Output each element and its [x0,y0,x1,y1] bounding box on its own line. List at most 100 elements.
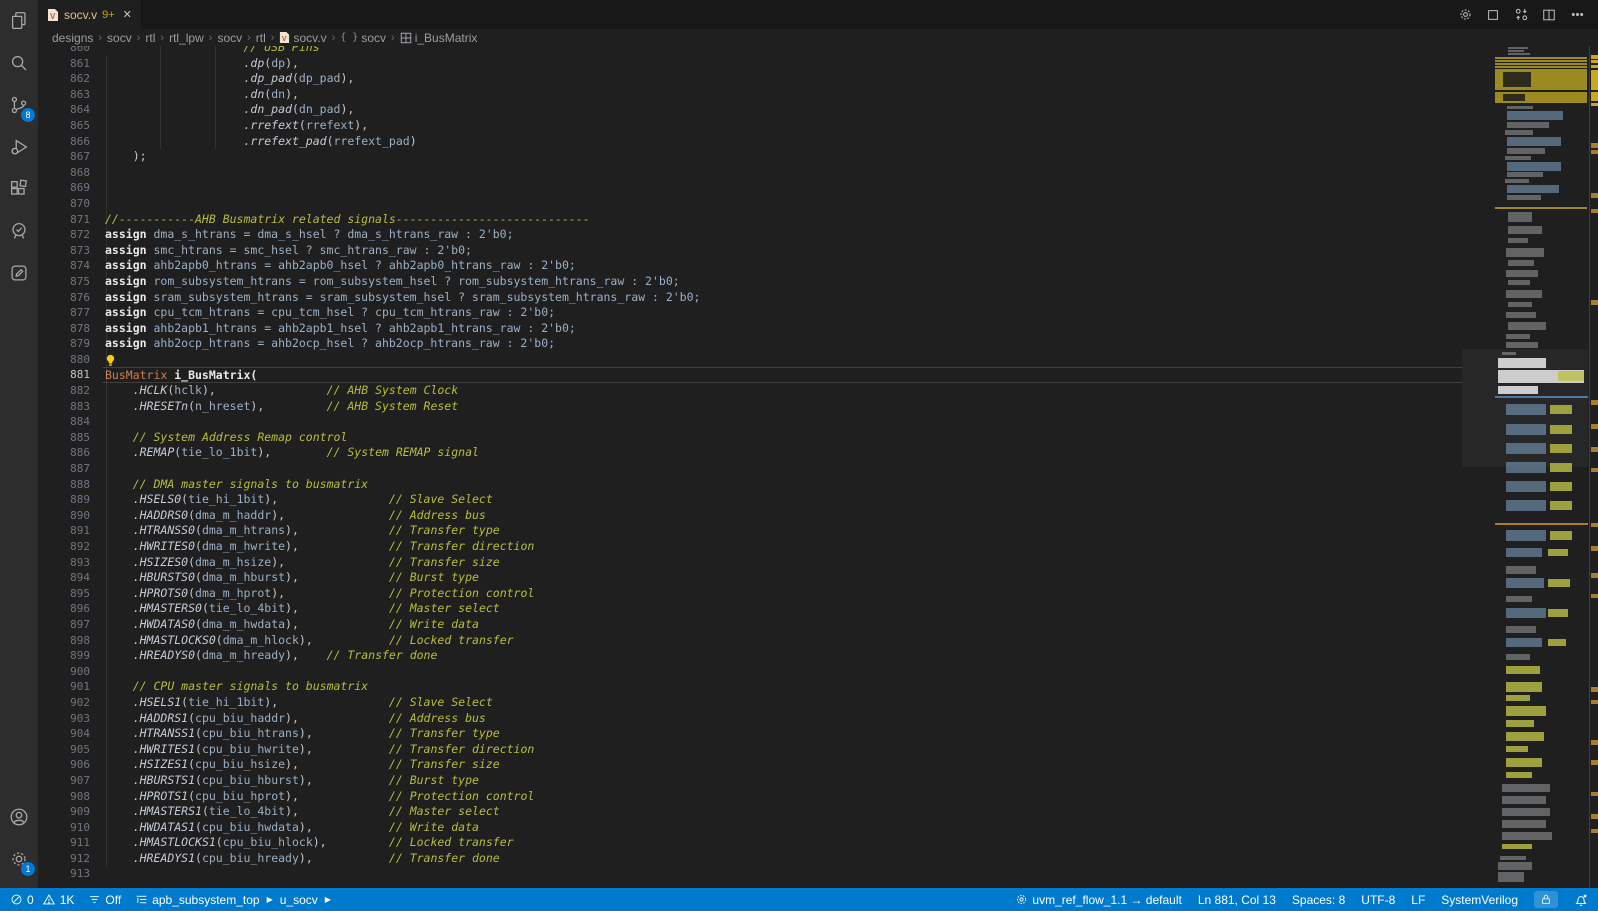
line-number[interactable]: 862 [38,71,102,87]
code-line[interactable]: .dp(dp), [102,56,1462,72]
compare-changes-icon[interactable] [1512,6,1530,24]
overview-ruler[interactable] [1589,46,1598,888]
code-line[interactable]: .HBURSTS1(cpu_biu_hburst), // Burst type [102,773,1462,789]
encoding[interactable]: UTF-8 [1361,893,1395,907]
indentation[interactable]: Spaces: 8 [1292,893,1345,907]
line-number[interactable]: 884 [38,414,102,430]
breadcrumb-item[interactable]: socv [217,31,242,45]
line-number[interactable]: 901 [38,679,102,695]
breadcrumb-item[interactable]: { }socv [340,31,386,45]
code-line[interactable]: .HWDATAS0(dma_m_hwdata), // Write data [102,617,1462,633]
code-line[interactable]: BusMatrix i_BusMatrix( [102,367,1462,383]
notebook-pencil-icon[interactable] [0,252,38,294]
line-number[interactable]: 873 [38,243,102,259]
line-number[interactable]: 870 [38,196,102,212]
code-line[interactable]: .HCLK(hclk), // AHB System Clock [102,383,1462,399]
code-line[interactable]: .HWDATAS1(cpu_biu_hwdata), // Write data [102,820,1462,836]
code-line[interactable]: assign ahb2apb1_htrans = ahb2apb1_hsel ?… [102,321,1462,337]
line-number[interactable]: 883 [38,399,102,415]
line-number[interactable]: 908 [38,789,102,805]
code-line[interactable]: .HBURSTS0(dma_m_hburst), // Burst type [102,570,1462,586]
line-number[interactable]: 871 [38,212,102,228]
square-icon[interactable] [1484,6,1502,24]
line-number[interactable]: 910 [38,820,102,836]
line-number[interactable]: 888 [38,477,102,493]
line-number[interactable]: 907 [38,773,102,789]
code-line[interactable]: .dn_pad(dn_pad), [102,102,1462,118]
line-number[interactable]: 899 [38,648,102,664]
code-line[interactable]: .HWRITES1(cpu_biu_hwrite), // Transfer d… [102,742,1462,758]
code-line[interactable]: assign ahb2apb0_htrans = ahb2apb0_hsel ?… [102,258,1462,274]
more-actions-icon[interactable] [1568,6,1586,24]
explorer-icon[interactable] [0,0,38,42]
code-line[interactable]: .HPROTS1(cpu_biu_hprot), // Protection c… [102,789,1462,805]
breadcrumb-item[interactable]: i_BusMatrix [400,31,478,45]
line-number[interactable]: 898 [38,633,102,649]
source-control-icon[interactable]: 8 [0,84,38,126]
line-number[interactable]: 891 [38,523,102,539]
code-line[interactable]: .HSELS0(tie_hi_1bit), // Slave Select [102,492,1462,508]
line-number[interactable]: 906 [38,757,102,773]
code-line[interactable]: assign cpu_tcm_htrans = cpu_tcm_hsel ? c… [102,305,1462,321]
search-icon[interactable] [0,42,38,84]
code-line[interactable]: .REMAP(tie_lo_1bit), // System REMAP sig… [102,445,1462,461]
line-number[interactable]: 905 [38,742,102,758]
code-line[interactable]: .HMASTLOCKS0(dma_m_hlock), // Locked tra… [102,633,1462,649]
code-line[interactable]: .dn(dn), [102,87,1462,103]
line-number[interactable]: 880 [38,352,102,368]
notifications-bell-icon[interactable] [1574,893,1588,907]
line-number[interactable]: 860 [38,46,102,56]
line-number[interactable]: 897 [38,617,102,633]
code-line[interactable] [102,165,1462,181]
code-line[interactable]: assign rom_subsystem_htrans = rom_subsys… [102,274,1462,290]
line-number[interactable]: 904 [38,726,102,742]
line-number[interactable]: 878 [38,321,102,337]
line-number[interactable]: 868 [38,165,102,181]
breadcrumb-item[interactable]: designs [52,31,93,45]
line-number[interactable]: 894 [38,570,102,586]
filter-status[interactable]: Off [88,893,121,907]
code-line[interactable]: .HPROTS0(dma_m_hprot), // Protection con… [102,586,1462,602]
code-line[interactable] [102,180,1462,196]
line-number[interactable]: 887 [38,461,102,477]
split-editor-icon[interactable] [1540,6,1558,24]
code-line[interactable]: // DMA master signals to busmatrix [102,477,1462,493]
code-line[interactable]: .HTRANSS0(dma_m_htrans), // Transfer typ… [102,523,1462,539]
line-number[interactable]: 865 [38,118,102,134]
code-line[interactable]: .HSIZES0(dma_m_hsize), // Transfer size [102,555,1462,571]
testing-icon[interactable] [0,210,38,252]
code-line[interactable] [102,352,1462,368]
code-line[interactable]: .HMASTLOCKS1(cpu_biu_hlock), // Locked t… [102,835,1462,851]
line-number[interactable]: 909 [38,804,102,820]
language-mode[interactable]: SystemVerilog [1441,893,1518,907]
code-line[interactable]: .HTRANSS1(cpu_biu_htrans), // Transfer t… [102,726,1462,742]
line-number[interactable]: 886 [38,445,102,461]
lock-icon[interactable] [1534,891,1558,908]
code-line[interactable]: .HADDRS0(dma_m_haddr), // Address bus [102,508,1462,524]
tab-close-icon[interactable]: ✕ [123,8,132,21]
problems-status[interactable]: 0 1K [10,893,74,907]
settings-gear-icon[interactable]: 1 [0,838,38,880]
line-number[interactable]: 874 [38,258,102,274]
breadcrumb-item[interactable]: rtl [256,31,266,45]
line-number[interactable]: 889 [38,492,102,508]
line-number[interactable]: 879 [38,336,102,352]
cursor-position[interactable]: Ln 881, Col 13 [1198,893,1276,907]
line-number[interactable]: 861 [38,56,102,72]
code-line[interactable]: assign smc_htrans = smc_hsel ? smc_htran… [102,243,1462,259]
code-line[interactable]: // USB Pins [102,46,1462,56]
code-line[interactable] [102,414,1462,430]
line-number[interactable]: 896 [38,601,102,617]
code-line[interactable]: .HMASTERS0(tie_lo_4bit), // Master selec… [102,601,1462,617]
line-number[interactable]: 864 [38,102,102,118]
code-line[interactable] [102,866,1462,882]
code-line[interactable]: .HADDRS1(cpu_biu_haddr), // Address bus [102,711,1462,727]
code-line[interactable]: assign sram_subsystem_htrans = sram_subs… [102,290,1462,306]
code-line[interactable]: // CPU master signals to busmatrix [102,679,1462,695]
code-line[interactable]: .HREADYS1(cpu_biu_hready), // Transfer d… [102,851,1462,867]
code-action-lightbulb-icon[interactable] [104,354,117,367]
code-line[interactable] [102,664,1462,680]
line-number[interactable]: 882 [38,383,102,399]
line-number[interactable]: 892 [38,539,102,555]
account-icon[interactable] [0,796,38,838]
